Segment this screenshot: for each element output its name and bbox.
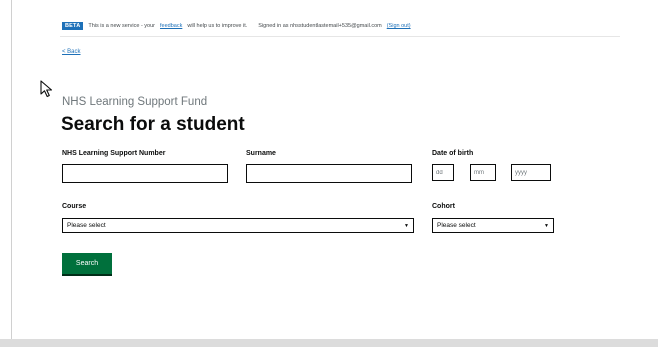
dob-label: Date of birth (432, 150, 474, 157)
signed-in-text: Signed in as nhsstudentlastemail+535@gma… (258, 23, 382, 29)
beta-tag: BETA (62, 22, 84, 30)
cohort-select[interactable]: Please select ▼ (432, 218, 554, 233)
back-link[interactable]: < Back (62, 49, 81, 55)
course-select[interactable]: Please select ▼ (62, 218, 414, 233)
chevron-down-icon: ▼ (404, 222, 409, 229)
lsf-number-input[interactable] (62, 164, 228, 183)
lsf-number-label: NHS Learning Support Number (62, 150, 166, 157)
course-select-value: Please select (67, 222, 106, 229)
dob-month-input[interactable] (470, 164, 496, 181)
service-name: NHS Learning Support Fund (62, 96, 208, 108)
sign-out-link[interactable]: (Sign out) (387, 23, 411, 29)
feedback-link[interactable]: feedback (160, 23, 182, 29)
page-frame: BETA This is a new service - your feedba… (0, 0, 658, 347)
surname-input[interactable] (246, 164, 412, 183)
bottom-scroll-band (0, 339, 658, 347)
mouse-pointer-icon (40, 80, 53, 98)
dob-day-input[interactable] (432, 164, 454, 181)
chevron-down-icon: ▼ (544, 222, 549, 229)
course-label: Course (62, 203, 87, 210)
cohort-select-value: Please select (437, 222, 476, 229)
surname-label: Surname (246, 150, 276, 157)
phase-banner: BETA This is a new service - your feedba… (62, 22, 411, 30)
dob-year-input[interactable] (511, 164, 551, 181)
window-left-edge (11, 0, 12, 340)
banner-divider (60, 36, 620, 37)
page-title: Search for a student (61, 114, 245, 135)
search-button[interactable]: Search (62, 253, 112, 274)
phase-banner-text-end: will help us to improve it. (187, 23, 248, 29)
cohort-label: Cohort (432, 203, 455, 210)
phase-banner-text: This is a new service - your (88, 23, 156, 29)
